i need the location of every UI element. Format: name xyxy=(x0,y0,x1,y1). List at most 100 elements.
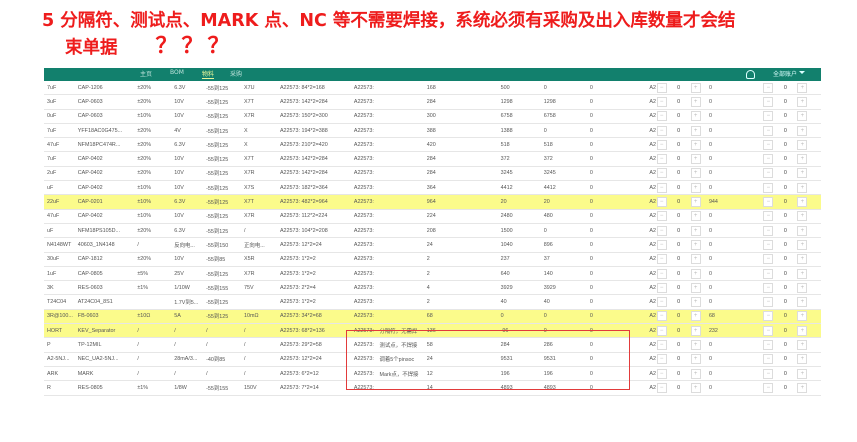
tab-materials[interactable]: 物料 xyxy=(202,69,215,79)
minus-icon[interactable]: − xyxy=(656,182,667,193)
plus-icon[interactable]: + xyxy=(690,96,701,107)
quantity-stepper[interactable]: −0 + xyxy=(656,166,706,182)
minus-icon[interactable]: − xyxy=(763,82,774,93)
user-menu[interactable]: 全部账户 xyxy=(773,69,797,78)
tab-home[interactable]: 主页 xyxy=(140,69,152,78)
plus-icon[interactable]: + xyxy=(797,111,808,122)
quantity-stepper[interactable]: −0 + xyxy=(656,337,706,353)
minus-icon[interactable]: − xyxy=(656,382,667,393)
plus-icon[interactable]: + xyxy=(797,297,808,308)
minus-icon[interactable]: − xyxy=(656,211,667,222)
stepper-value[interactable]: 0 xyxy=(667,213,691,219)
quantity-stepper-2[interactable]: −0 + xyxy=(763,194,821,210)
minus-icon[interactable]: − xyxy=(656,225,667,236)
minus-icon[interactable]: − xyxy=(656,297,667,308)
quantity-stepper-2[interactable]: −0 + xyxy=(763,237,821,253)
plus-icon[interactable]: + xyxy=(797,239,808,250)
plus-icon[interactable]: + xyxy=(690,325,701,336)
table-row[interactable]: uF CAP-0402 ±10% 10V -55到125 X7S A22573: 182*2… xyxy=(44,180,821,196)
table-row[interactable]: 0uF CAP-0603 ±10% 10V -55到125 X7R A22573: 150*… xyxy=(44,109,821,124)
quantity-stepper-2[interactable]: −0 + xyxy=(763,309,821,325)
minus-icon[interactable]: − xyxy=(763,168,774,179)
minus-icon[interactable]: − xyxy=(656,239,667,250)
quantity-stepper[interactable]: −0 + xyxy=(656,137,706,153)
tab-purchase[interactable]: 采购 xyxy=(230,69,242,78)
plus-icon[interactable]: + xyxy=(797,211,808,222)
plus-icon[interactable]: + xyxy=(690,168,701,179)
table-row[interactable]: 7uF YFF18AC0G475... ±20% 4V -55到125 X A22573: … xyxy=(44,123,821,139)
quantity-stepper-2[interactable]: −0 + xyxy=(763,323,821,339)
minus-icon[interactable]: − xyxy=(656,268,667,279)
stepper-value[interactable]: 0 xyxy=(667,371,691,377)
stepper-value[interactable]: 0 xyxy=(773,342,797,348)
quantity-stepper[interactable]: −0 + xyxy=(656,151,706,167)
quantity-stepper[interactable]: −0 + xyxy=(656,266,706,282)
minus-icon[interactable]: − xyxy=(763,239,774,250)
minus-icon[interactable]: − xyxy=(763,211,774,222)
plus-icon[interactable]: + xyxy=(690,239,701,250)
chevron-down-icon[interactable] xyxy=(799,71,805,74)
plus-icon[interactable]: + xyxy=(797,96,808,107)
plus-icon[interactable]: + xyxy=(797,339,808,350)
plus-icon[interactable]: + xyxy=(690,182,701,193)
quantity-stepper-2[interactable]: −0 + xyxy=(763,209,821,224)
minus-icon[interactable]: − xyxy=(763,325,774,336)
table-row[interactable]: 1uF CAP-0805 ±5% 25V -55到125 X7R A22573: 1*2=2… xyxy=(44,266,821,282)
stepper-value[interactable]: 0 xyxy=(773,99,797,105)
minus-icon[interactable]: − xyxy=(763,96,774,107)
stepper-value[interactable]: 0 xyxy=(773,285,797,291)
stepper-value[interactable]: 0 xyxy=(773,313,797,319)
table-row[interactable]: N4148WT 40603_1N4148/反向电... -55到150 正向电... A… xyxy=(44,237,821,253)
minus-icon[interactable]: − xyxy=(763,154,774,165)
minus-icon[interactable]: − xyxy=(656,368,667,379)
minus-icon[interactable]: − xyxy=(656,354,667,365)
stepper-value[interactable]: 0 xyxy=(773,371,797,377)
minus-icon[interactable]: − xyxy=(656,139,667,150)
stepper-value[interactable]: 0 xyxy=(773,228,797,234)
table-row[interactable]: 2uF CAP-0402 ±20% 10V -55到125 X7R A22573: 142*… xyxy=(44,166,821,182)
stepper-value[interactable]: 0 xyxy=(773,185,797,191)
stepper-value[interactable]: 0 xyxy=(773,113,797,119)
plus-icon[interactable]: + xyxy=(797,282,808,293)
plus-icon[interactable]: + xyxy=(690,311,701,322)
plus-icon[interactable]: + xyxy=(690,339,701,350)
table-row[interactable]: uF NFM18PS105D... ±20% 6.3V -55到125/A22573: … xyxy=(44,223,821,239)
stepper-value[interactable]: 0 xyxy=(773,199,797,205)
minus-icon[interactable]: − xyxy=(763,225,774,236)
table-row[interactable]: 7uF CAP-1206 ±20% 6.3V -55到125 X7U A22573: 84*… xyxy=(44,81,821,96)
plus-icon[interactable]: + xyxy=(797,125,808,136)
stepper-value[interactable]: 0 xyxy=(773,156,797,162)
plus-icon[interactable]: + xyxy=(690,354,701,365)
plus-icon[interactable]: + xyxy=(797,254,808,265)
quantity-stepper[interactable]: −0 + xyxy=(656,237,706,253)
minus-icon[interactable]: − xyxy=(763,254,774,265)
quantity-stepper[interactable]: −0 + xyxy=(656,294,706,310)
plus-icon[interactable]: + xyxy=(690,125,701,136)
table-row[interactable]: 30uF CAP-1812 ±20% 10V -55到85 X5R A22573: 1*2=… xyxy=(44,252,821,267)
plus-icon[interactable]: + xyxy=(797,182,808,193)
minus-icon[interactable]: − xyxy=(656,125,667,136)
stepper-value[interactable]: 0 xyxy=(773,170,797,176)
plus-icon[interactable]: + xyxy=(797,139,808,150)
quantity-stepper[interactable]: −0 + xyxy=(656,380,706,396)
stepper-value[interactable]: 0 xyxy=(773,85,797,91)
table-row[interactable]: 3R@100... FB-0603 ±10Ω 5A -55到125 10mΩ A22573:… xyxy=(44,309,821,325)
minus-icon[interactable]: − xyxy=(656,168,667,179)
plus-icon[interactable]: + xyxy=(797,154,808,165)
stepper-value[interactable]: 0 xyxy=(667,256,691,262)
quantity-stepper-2[interactable]: −0 + xyxy=(763,137,821,153)
quantity-stepper-2[interactable]: −0 + xyxy=(763,123,821,139)
minus-icon[interactable]: − xyxy=(763,297,774,308)
table-row[interactable]: 47uF CAP-0402 ±10% 10V -55到125 X7R A22573: 112… xyxy=(44,209,821,224)
stepper-value[interactable]: 0 xyxy=(773,142,797,148)
table-row[interactable]: 3K RES-0603 ±1% 1/10W -55到155 75V A22573: 2*2=… xyxy=(44,280,821,296)
quantity-stepper-2[interactable]: −0 + xyxy=(763,166,821,182)
stepper-value[interactable]: 0 xyxy=(667,228,691,234)
table-row[interactable]: 22uF CAP-0201 ±10% 6.3V -55到125 X7T A22573: 48… xyxy=(44,194,821,210)
stepper-value[interactable]: 0 xyxy=(667,128,691,134)
minus-icon[interactable]: − xyxy=(763,382,774,393)
plus-icon[interactable]: + xyxy=(690,139,701,150)
stepper-value[interactable]: 0 xyxy=(667,285,691,291)
plus-icon[interactable]: + xyxy=(690,254,701,265)
quantity-stepper[interactable]: −0 + xyxy=(656,123,706,139)
